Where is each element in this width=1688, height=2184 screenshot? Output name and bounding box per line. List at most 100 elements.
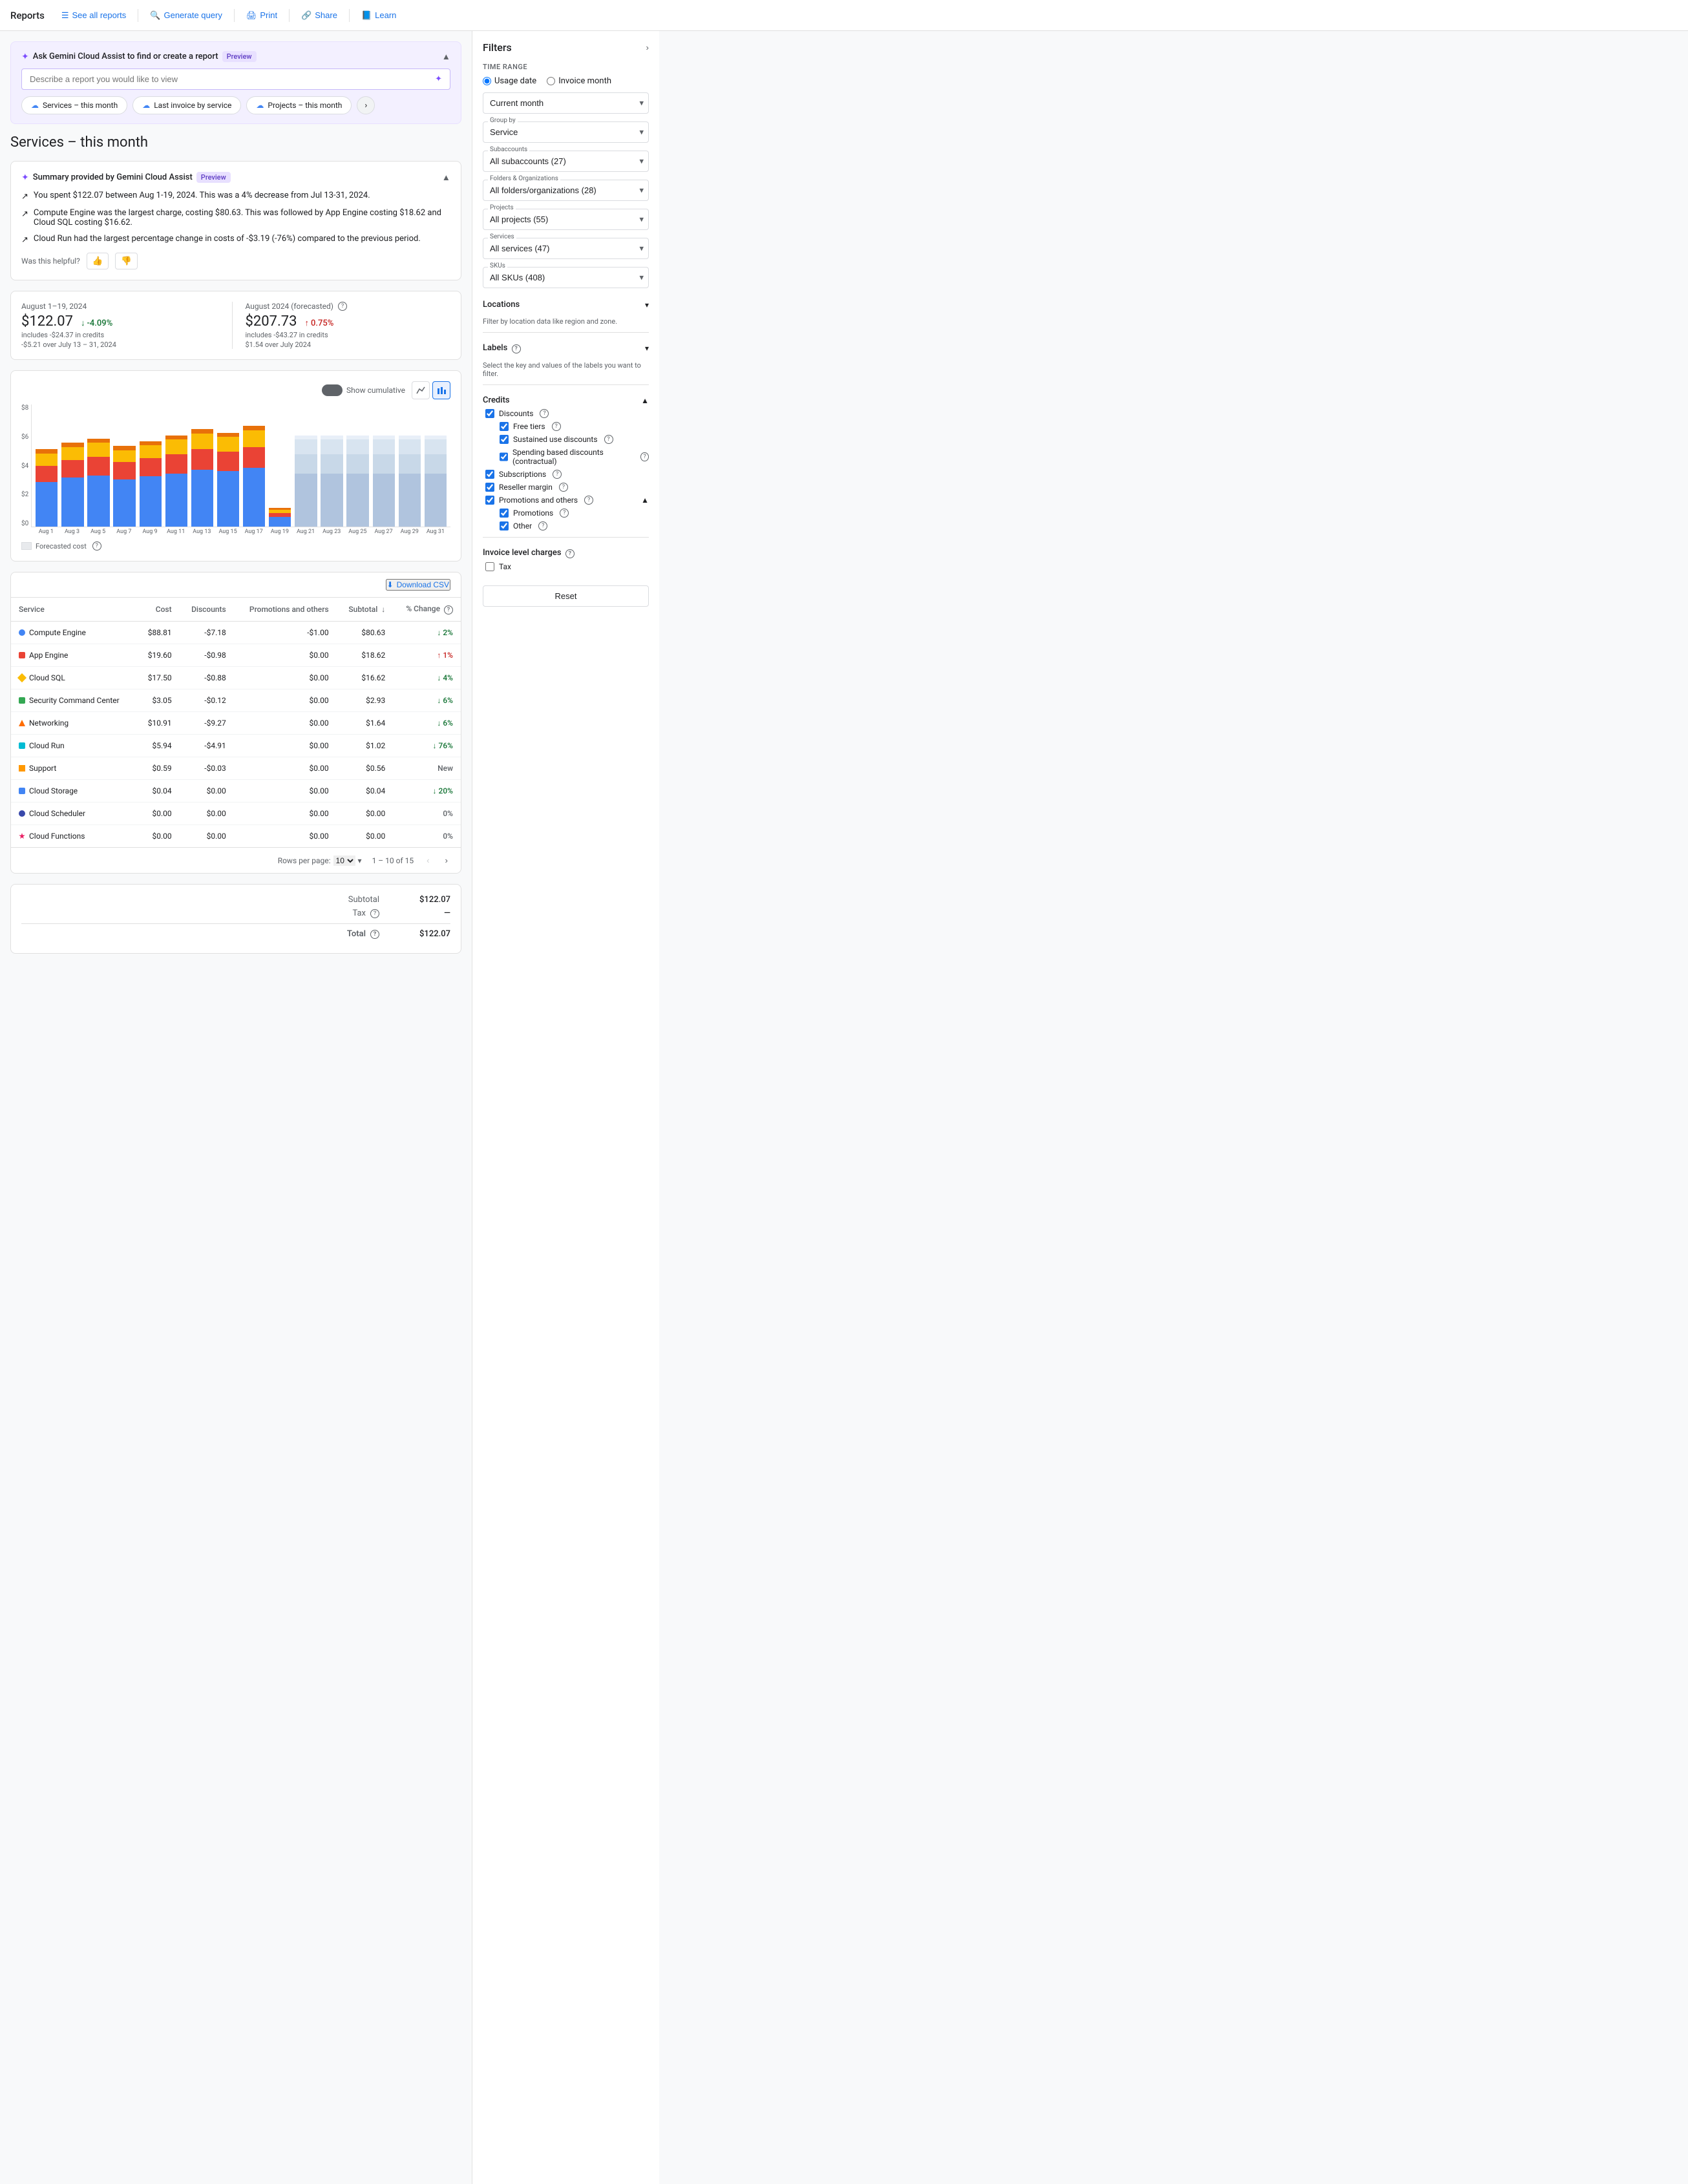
reseller-checkbox[interactable]: Reseller margin ? <box>483 483 649 492</box>
other-checkbox[interactable]: Other ? <box>497 521 649 530</box>
services-select[interactable]: All services (47) <box>483 238 649 259</box>
free-tiers-checkbox[interactable]: Free tiers ? <box>497 422 649 431</box>
current-month-select[interactable]: Current month <box>483 92 649 114</box>
tax-invoice-checkbox[interactable]: Tax <box>483 562 649 571</box>
col-service: Service <box>11 598 137 622</box>
folders-select-wrap: Folders & Organizations All folders/orga… <box>483 180 649 201</box>
table-section: ⬇ Download CSV Service Cost Discounts Pr… <box>10 572 461 874</box>
labels-help-icon[interactable]: ? <box>512 344 521 353</box>
summary-collapse-btn[interactable]: ▲ <box>442 173 450 182</box>
promotions-checkbox[interactable]: Promotions ? <box>497 509 649 518</box>
total-help-icon[interactable]: ? <box>370 930 379 939</box>
chip-projects[interactable]: ☁ Projects – this month <box>246 96 352 114</box>
line-chart-btn[interactable] <box>412 381 430 399</box>
quick-chips: ☁ Services – this month ☁ Last invoice b… <box>21 96 450 114</box>
bar-group-12[interactable] <box>346 404 370 527</box>
bar-group-6[interactable] <box>190 404 215 527</box>
reset-btn[interactable]: Reset <box>483 585 649 607</box>
skus-select[interactable]: All SKUs (408) <box>483 267 649 288</box>
cumulative-toggle[interactable]: Show cumulative <box>322 384 405 396</box>
subscriptions-checkbox[interactable]: Subscriptions ? <box>483 470 649 479</box>
discounts-help[interactable]: ? <box>540 409 549 418</box>
filters-expand-btn[interactable]: › <box>646 43 649 52</box>
promotions-others-checkbox[interactable]: Promotions and others ? ▲ <box>483 496 649 505</box>
forecasted-help-icon[interactable]: ? <box>92 541 101 551</box>
other-help[interactable]: ? <box>538 521 547 530</box>
tax-help-icon[interactable]: ? <box>370 909 379 918</box>
sustained-use-checkbox[interactable]: Sustained use discounts ? <box>497 435 649 444</box>
trend-icon-2: ↗ <box>21 209 28 219</box>
folders-select[interactable]: All folders/organizations (28) <box>483 180 649 201</box>
sustained-use-help[interactable]: ? <box>604 435 613 444</box>
see-all-reports-btn[interactable]: ☰ See all reports <box>55 6 132 25</box>
promotions-help[interactable]: ? <box>560 509 569 518</box>
gemini-collapse-btn[interactable]: ▲ <box>442 52 450 61</box>
bar-group-0[interactable] <box>34 404 59 527</box>
group-by-select[interactable]: Service <box>483 121 649 143</box>
chips-scroll-right[interactable]: › <box>357 96 375 114</box>
bar-group-11[interactable] <box>319 404 344 527</box>
totals-card: Subtotal $122.07 Tax ? — Total ? $122.07 <box>10 884 461 954</box>
search-icon: 🔍 <box>150 10 160 21</box>
invoice-charges-help[interactable]: ? <box>565 549 575 558</box>
bar-group-14[interactable] <box>397 404 422 527</box>
change-help-icon[interactable]: ? <box>444 605 453 614</box>
chip-services[interactable]: ☁ Services – this month <box>21 96 127 114</box>
subaccounts-select[interactable]: All subaccounts (27) <box>483 151 649 172</box>
cloud-icon: ☁ <box>31 101 39 110</box>
thumbs-up-btn[interactable]: 👍 <box>87 253 109 269</box>
free-tiers-help[interactable]: ? <box>552 422 561 431</box>
forecast-help-icon[interactable]: ? <box>338 302 347 311</box>
spending-based-help[interactable]: ? <box>640 452 649 461</box>
sparkle-icon-2: ✦ <box>21 173 29 183</box>
trend-icon-3: ↗ <box>21 235 28 245</box>
bar-group-15[interactable] <box>423 404 448 527</box>
other-check[interactable] <box>500 521 509 530</box>
bar-group-9[interactable] <box>268 404 292 527</box>
bar-chart-btn[interactable] <box>432 381 450 399</box>
bar-group-13[interactable] <box>372 404 396 527</box>
bar-group-5[interactable] <box>164 404 189 527</box>
promotions-others-help[interactable]: ? <box>584 496 593 505</box>
locations-header[interactable]: Locations ▾ <box>483 296 649 313</box>
thumbs-down-btn[interactable]: 👎 <box>115 253 138 269</box>
next-page-btn[interactable]: › <box>443 854 450 866</box>
prev-page-btn[interactable]: ‹ <box>424 854 432 866</box>
bar-group-2[interactable] <box>86 404 111 527</box>
spending-based-check[interactable] <box>500 452 508 461</box>
bar-group-1[interactable] <box>60 404 85 527</box>
tax-invoice-check[interactable] <box>485 562 494 571</box>
bar-group-10[interactable] <box>293 404 318 527</box>
subscriptions-check[interactable] <box>485 470 494 479</box>
reseller-help[interactable]: ? <box>559 483 568 492</box>
bar-group-7[interactable] <box>216 404 240 527</box>
promotions-others-check[interactable] <box>485 496 494 505</box>
share-btn[interactable]: 🔗 Share <box>295 6 344 25</box>
gemini-input[interactable] <box>30 74 435 84</box>
spending-based-checkbox[interactable]: Spending based discounts (contractual) ? <box>497 448 649 466</box>
generate-query-btn[interactable]: 🔍 Generate query <box>143 6 229 25</box>
chip-last-invoice[interactable]: ☁ Last invoice by service <box>132 96 241 114</box>
promotions-check[interactable] <box>500 509 509 518</box>
gemini-input-wrap[interactable]: ✦ <box>21 68 450 90</box>
rows-per-page-select[interactable]: 10 25 50 <box>333 856 355 866</box>
table-header-row: ⬇ Download CSV <box>11 572 461 598</box>
usage-date-radio[interactable]: Usage date <box>483 76 536 86</box>
reseller-check[interactable] <box>485 483 494 492</box>
download-csv-btn[interactable]: ⬇ Download CSV <box>386 579 450 591</box>
bar-group-4[interactable] <box>138 404 163 527</box>
subscriptions-help[interactable]: ? <box>553 470 562 479</box>
projects-select[interactable]: All projects (55) <box>483 209 649 230</box>
invoice-month-radio[interactable]: Invoice month <box>547 76 611 86</box>
discounts-check[interactable] <box>485 409 494 418</box>
print-btn[interactable]: 🖨 Print <box>240 6 284 25</box>
credits-header[interactable]: Credits ▲ <box>483 392 649 409</box>
chart-wrap: $8 $6 $4 $2 $0 Aug 1Aug 3Aug 5Aug 7Aug 9… <box>21 404 450 536</box>
free-tiers-check[interactable] <box>500 422 509 431</box>
labels-header[interactable]: Labels ? ▾ <box>483 339 649 357</box>
learn-btn[interactable]: 📘 Learn <box>355 6 403 25</box>
bar-group-3[interactable] <box>112 404 137 527</box>
discounts-checkbox[interactable]: Discounts ? <box>483 409 649 418</box>
bar-group-8[interactable] <box>242 404 266 527</box>
sustained-use-check[interactable] <box>500 435 509 444</box>
